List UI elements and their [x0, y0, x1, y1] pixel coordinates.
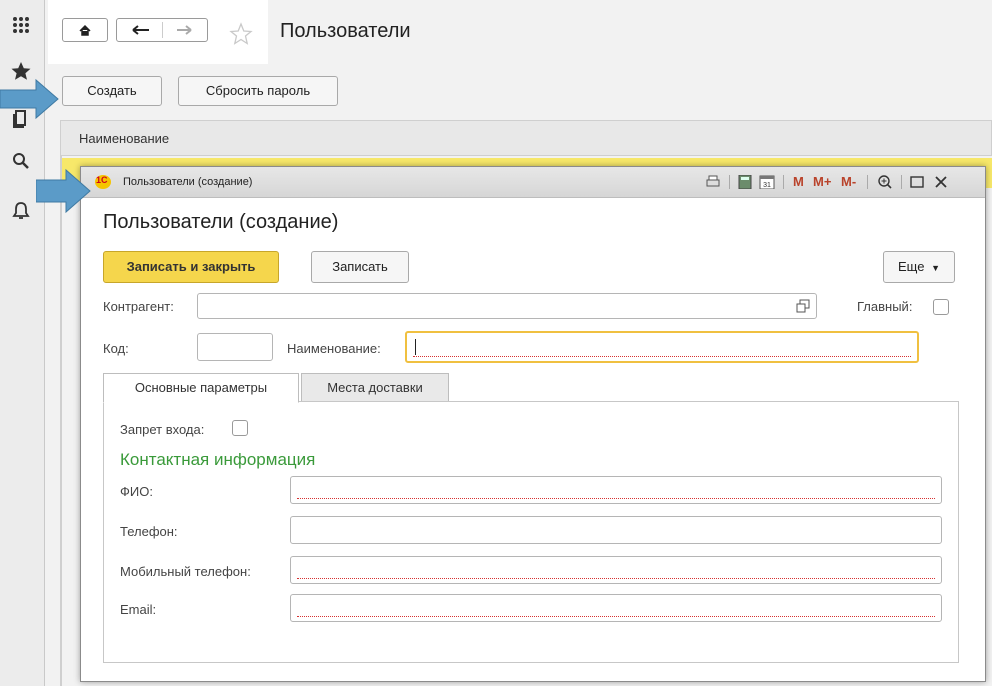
close-icon[interactable] [933, 175, 949, 189]
home-button[interactable] [62, 18, 108, 42]
open-icon[interactable] [796, 299, 810, 313]
create-user-dialog: 1С Пользователи (создание) 31 M M+ M- По… [80, 166, 986, 682]
memory-m-minus-button[interactable]: M- [841, 174, 856, 189]
fio-field[interactable] [290, 476, 942, 504]
login-ban-checkbox[interactable] [232, 420, 248, 436]
pointer-arrow-dialog [36, 168, 91, 214]
phone-field[interactable] [290, 516, 942, 544]
text-cursor [415, 339, 416, 355]
list-border [60, 156, 62, 686]
memory-m-plus-button[interactable]: M+ [813, 174, 831, 189]
home-icon [79, 24, 91, 36]
code-field[interactable] [197, 333, 273, 361]
column-header-name[interactable]: Наименование [79, 131, 169, 146]
main-checkbox[interactable] [933, 299, 949, 315]
save-button[interactable]: Записать [311, 251, 409, 283]
1c-logo-icon: 1С [95, 175, 111, 189]
email-field[interactable] [290, 594, 942, 622]
apps-grid-icon[interactable] [10, 14, 32, 36]
calculator-icon[interactable] [737, 175, 753, 189]
email-label: Email: [120, 602, 157, 617]
mobile-label: Мобильный телефон: [120, 564, 251, 579]
fio-label: ФИО: [120, 484, 153, 499]
print-icon[interactable] [705, 175, 721, 189]
code-label: Код: [103, 341, 129, 356]
memory-m-button[interactable]: M [793, 174, 804, 189]
add-favorite-star-icon[interactable] [229, 22, 253, 46]
login-ban-label: Запрет входа: [120, 422, 205, 437]
dropdown-arrow-icon: ▼ [931, 263, 940, 273]
main-label: Главный: [857, 299, 913, 314]
tab-content-main: Запрет входа: Контактная информация ФИО:… [103, 401, 959, 663]
more-button[interactable]: Еще ▼ [883, 251, 955, 283]
dialog-heading: Пользователи (создание) [103, 211, 339, 233]
create-button[interactable]: Создать [62, 76, 162, 106]
list-header: Наименование [60, 120, 992, 156]
page-title: Пользователи [280, 20, 411, 42]
more-button-label: Еще [898, 259, 925, 274]
svg-text:31: 31 [763, 182, 771, 189]
phone-label: Телефон: [120, 524, 178, 539]
notifications-bell-icon[interactable] [10, 200, 32, 222]
search-icon[interactable] [10, 150, 32, 172]
mobile-phone-field[interactable] [290, 556, 942, 584]
save-and-close-button[interactable]: Записать и закрыть [103, 251, 279, 283]
name-field[interactable] [405, 331, 919, 363]
contact-info-heading: Контактная информация [120, 450, 316, 469]
maximize-icon[interactable] [909, 175, 925, 189]
forward-arrow-icon[interactable] [163, 19, 207, 41]
zoom-icon[interactable] [877, 175, 893, 189]
dialog-titlebar[interactable]: 1С Пользователи (создание) 31 M M+ M- [81, 167, 985, 198]
calendar-icon[interactable]: 31 [759, 175, 775, 189]
counterparty-label: Контрагент: [103, 299, 174, 314]
reset-password-button[interactable]: Сбросить пароль [178, 76, 338, 106]
back-forward-group [116, 18, 208, 42]
back-arrow-icon[interactable] [117, 19, 163, 41]
counterparty-field[interactable] [197, 293, 817, 319]
pointer-arrow-create [0, 78, 59, 120]
dialog-window-title: Пользователи (создание) [123, 176, 253, 188]
name-label: Наименование: [287, 341, 381, 356]
tab-main-params[interactable]: Основные параметры [103, 373, 299, 403]
tab-delivery-places[interactable]: Места доставки [301, 373, 449, 403]
